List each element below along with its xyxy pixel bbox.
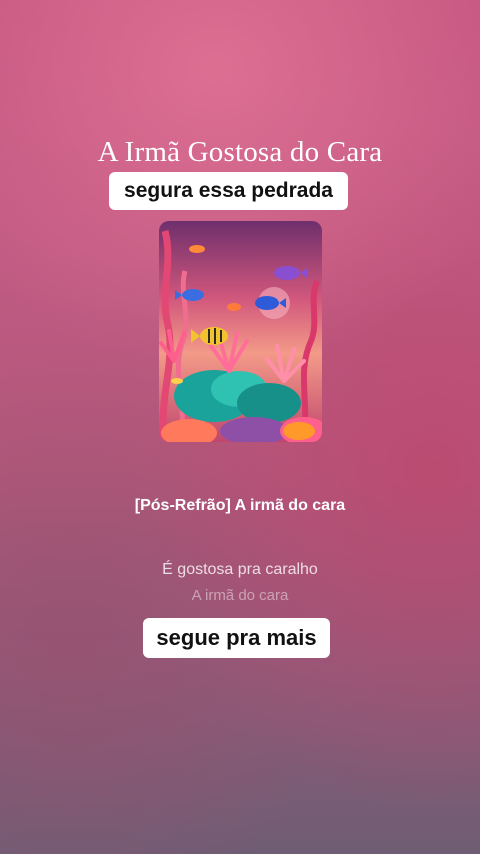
lyric-line-active: [Pós-Refrão] A irmã do cara bbox=[134, 497, 346, 514]
lyric-line-next: É gostosa pra caralho bbox=[162, 561, 318, 578]
lyric-line-after: A irmã do cara bbox=[191, 587, 289, 604]
coral-reef-artwork-icon bbox=[159, 221, 322, 442]
text-sticker-bottom[interactable]: segue pra mais bbox=[143, 618, 330, 658]
song-title: A Irmã Gostosa do Cara bbox=[97, 136, 383, 168]
text-sticker-top[interactable]: segura essa pedrada bbox=[109, 172, 348, 210]
album-cover[interactable] bbox=[159, 221, 322, 442]
